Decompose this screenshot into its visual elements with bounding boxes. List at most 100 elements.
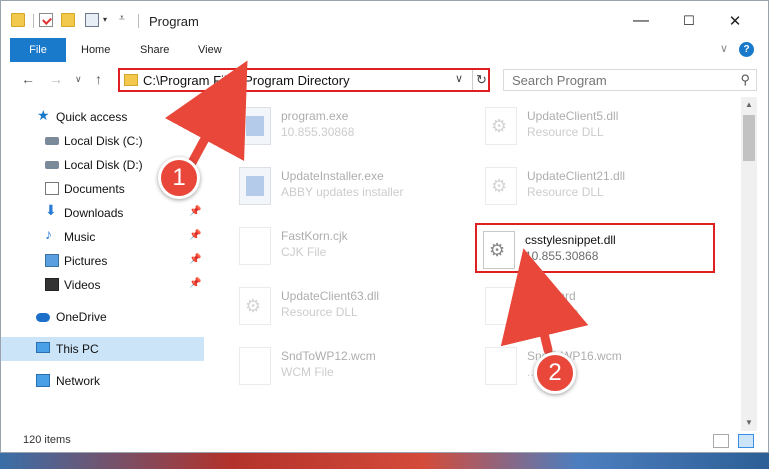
file-name: program.exe (281, 109, 349, 123)
sidebar-item-onedrive[interactable]: OneDrive (1, 305, 204, 329)
status-bar: 120 items (1, 429, 768, 452)
sidebar-item-this-pc[interactable]: This PC (1, 337, 204, 361)
file-name: ...ecward (527, 289, 576, 303)
window-title: Program (149, 14, 199, 29)
recent-locations-chevron-icon[interactable]: ∨ (75, 74, 82, 85)
scroll-up-icon[interactable]: ▲ (741, 97, 757, 113)
file-item[interactable]: UpdateInstaller.exe ABBY updates install… (233, 161, 473, 211)
blank-file-icon (485, 347, 517, 385)
videos-icon (45, 278, 59, 291)
sidebar-item-pictures[interactable]: Pictures 📌 (1, 249, 204, 273)
file-explorer-window: ▾ ⩡ Program — ☐ ✕ File Home Share View ∨… (0, 0, 769, 453)
quick-access-toolbar-dropdown-icon[interactable]: ⩡ (119, 13, 125, 24)
file-item-csstylesnippet-dll[interactable]: csstylesnippet.dll 10.855.30868 (475, 223, 715, 273)
refresh-icon[interactable]: ↻ (472, 70, 490, 90)
maximize-button[interactable]: ☐ (677, 9, 701, 33)
file-detail: Resource DLL (527, 125, 604, 139)
expand-ribbon-icon[interactable]: ∨ (720, 42, 728, 55)
sidebar-item-local-disk-c[interactable]: Local Disk (C:) (1, 129, 204, 153)
sidebar-item-downloads[interactable]: ⬇ Downloads 📌 (1, 201, 204, 225)
dll-file-icon (485, 167, 517, 205)
file-name: SndToWP12.wcm (281, 349, 376, 363)
chevron-down-icon[interactable]: ∨ (455, 72, 463, 85)
annotation-badge-1: 1 (158, 157, 200, 199)
file-detail: CJK File (281, 245, 327, 259)
help-icon[interactable]: ? (739, 42, 754, 57)
sidebar-item-quick-access[interactable]: ★ Quick access (1, 105, 204, 129)
file-detail: 10.855.30868 (525, 249, 599, 263)
file-item[interactable]: FastKorn.cjk CJK File (233, 221, 473, 271)
file-item[interactable]: UpdateClient63.dll Resource DLL (233, 281, 473, 331)
search-box[interactable]: ⚲ (503, 69, 757, 91)
pictures-icon (45, 254, 59, 267)
this-pc-icon (36, 342, 50, 353)
forward-arrow-icon[interactable]: → (49, 71, 63, 87)
properties-icon[interactable] (39, 13, 53, 27)
blank-file-icon (239, 227, 271, 265)
chevron-down-icon[interactable]: ▾ (103, 15, 107, 24)
blank-file-icon (239, 347, 271, 385)
details-view-icon[interactable] (713, 434, 729, 448)
sidebar-item-network[interactable]: Network (1, 369, 204, 393)
exe-file-icon (239, 167, 271, 205)
file-detail: WCM File (281, 365, 334, 379)
dll-file-icon (239, 287, 271, 325)
file-item[interactable]: UpdateClient5.dll Resource DLL (479, 101, 719, 151)
sidebar-item-music[interactable]: ♪ Music 📌 (1, 225, 204, 249)
scrollbar-thumb[interactable] (743, 115, 755, 161)
sidebar-item-label: Local Disk (D:) (64, 158, 143, 172)
network-icon (36, 374, 50, 387)
new-folder-icon[interactable] (61, 13, 75, 27)
tab-share[interactable]: Share (140, 38, 169, 62)
customize-view-icon[interactable] (85, 13, 99, 27)
disk-icon (45, 137, 59, 145)
file-item[interactable]: SndToWP12.wcm WCM File (233, 341, 473, 391)
file-item[interactable]: SndToWP16.wcm ...File (479, 341, 719, 391)
file-name: FastKorn.cjk (281, 229, 348, 243)
vertical-scrollbar[interactable]: ▲ ▼ (741, 97, 757, 431)
file-name: UpdateClient21.dll (527, 169, 626, 183)
sidebar-item-label: Videos (64, 278, 101, 292)
item-count: 120 items (23, 434, 71, 446)
pin-icon[interactable]: 📌 (189, 278, 201, 289)
pin-icon[interactable]: 📌 (189, 254, 201, 265)
sidebar-item-label: This PC (56, 342, 99, 356)
file-item[interactable]: program.exe 10.855.30868 (233, 101, 473, 151)
desktop-background (0, 453, 769, 469)
large-icons-view-icon[interactable] (738, 434, 754, 448)
tab-file[interactable]: File (10, 38, 66, 62)
file-detail: Resource DLL (527, 185, 604, 199)
file-name: UpdateClient5.dll (527, 109, 619, 123)
divider (33, 14, 34, 28)
file-list: program.exe 10.855.30868 UpdateClient5.d… (205, 97, 740, 427)
sidebar-item-videos[interactable]: Videos 📌 (1, 273, 204, 297)
file-item[interactable]: ...ecward ...FW File (479, 281, 719, 331)
exe-file-icon (239, 107, 271, 145)
address-bar[interactable]: C:\Program Files\Program Directory ∨ ↻ (118, 68, 490, 92)
dll-file-icon (485, 107, 517, 145)
title-bar: ▾ ⩡ Program — ☐ ✕ (1, 1, 768, 41)
address-path[interactable]: C:\Program Files\Program Directory (143, 73, 350, 88)
minimize-button[interactable]: — (629, 9, 653, 33)
file-name: UpdateInstaller.exe (281, 169, 384, 183)
pin-icon[interactable]: 📌 (189, 230, 201, 241)
navigation-pane: ★ Quick access Local Disk (C:) Local Dis… (1, 97, 204, 427)
divider (138, 14, 139, 28)
tab-view[interactable]: View (198, 38, 222, 62)
search-input[interactable] (504, 70, 724, 90)
sidebar-item-label: Local Disk (C:) (64, 134, 143, 148)
sidebar-item-label: Network (56, 374, 101, 388)
sidebar-item-label: Music (64, 230, 96, 244)
sidebar-item-label: Pictures (64, 254, 108, 268)
onedrive-icon (36, 313, 50, 322)
blank-file-icon (485, 287, 517, 325)
search-icon[interactable]: ⚲ (740, 72, 750, 88)
close-button[interactable]: ✕ (723, 9, 747, 33)
sidebar-item-label: Downloads (64, 206, 124, 220)
back-arrow-icon[interactable]: ← (21, 71, 35, 87)
navigation-bar: ← → ∨ ↑ C:\Program Files\Program Directo… (1, 63, 768, 97)
tab-home[interactable]: Home (81, 38, 110, 62)
up-arrow-icon[interactable]: ↑ (95, 71, 102, 87)
pin-icon[interactable]: 📌 (189, 206, 201, 217)
file-item[interactable]: UpdateClient21.dll Resource DLL (479, 161, 719, 211)
